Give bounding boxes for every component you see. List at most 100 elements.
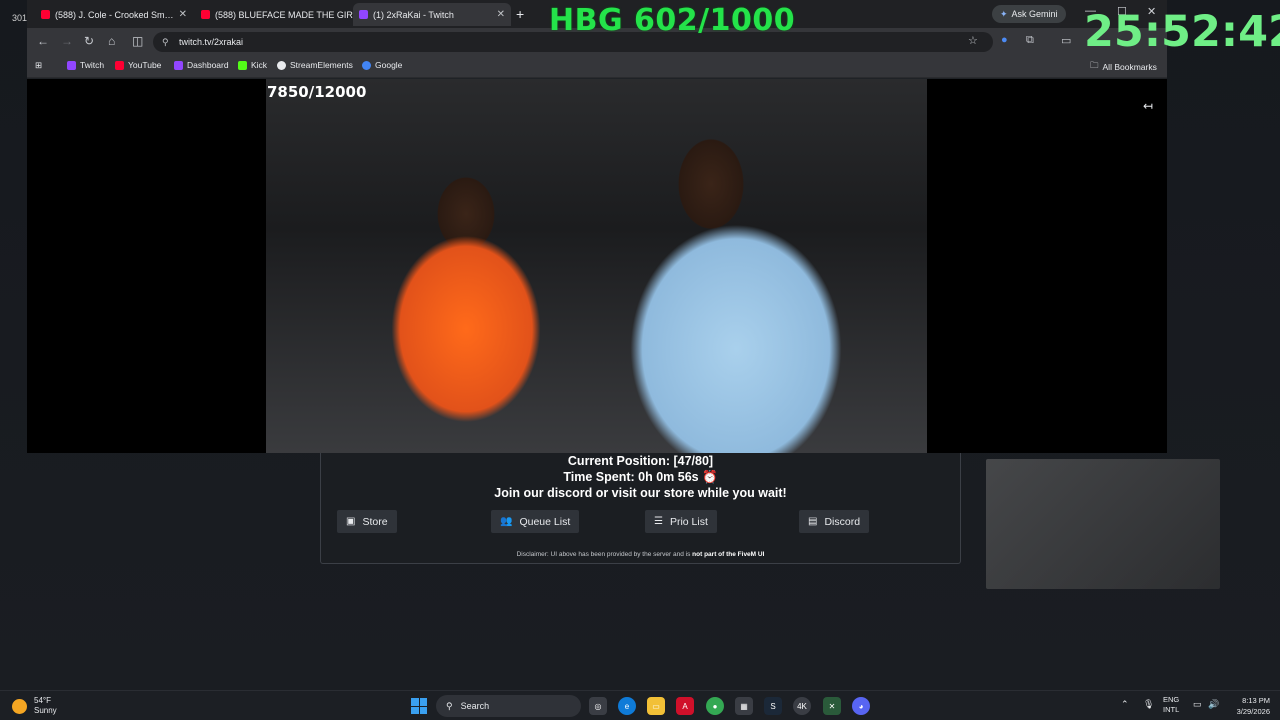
bookmark-star-icon[interactable]: ☆ [968,34,978,47]
bookmark-streamelements[interactable]: StreamElements [277,60,353,70]
extensions-icon[interactable]: ⧉ [1026,34,1034,47]
search-icon: ⚲ [446,700,453,711]
youtube-icon [115,60,124,70]
ask-gemini-button[interactable]: ✦ Ask Gemini [992,5,1066,23]
lang-bottom: INTL [1163,705,1180,714]
tab-label: (588) J. Cole - Crooked Sm… [55,9,174,20]
chrome-icon[interactable]: ● [706,697,724,715]
disclaimer-text: Disclaimer: UI above has been provided b… [516,551,693,558]
bookmark-kick[interactable]: Kick [238,60,267,70]
stream-timer-overlay: 25:52:42 [1084,7,1280,57]
twitch-icon [67,60,76,70]
twitch-icon [174,60,183,70]
queue-time-spent: Time Spent: 0h 0m 56s ⏰ [563,470,718,484]
network-icon[interactable]: ▭ [1193,699,1202,710]
lang-top: ENG [1163,695,1180,704]
prio-list-button[interactable]: ☰ Prio List [645,510,717,533]
hbg-counter-overlay: HBG 602/1000 [549,3,796,38]
queue-list-label: Queue List [519,515,571,528]
app-a-icon[interactable]: A [676,697,694,715]
back-icon[interactable]: ← [37,34,49,48]
folder-icon: 🗀 [1090,60,1099,70]
ask-gemini-label: Ask Gemini [1011,9,1058,19]
disclaimer: Disclaimer: UI above has been provided b… [321,551,960,558]
all-bookmarks-label: All Bookmarks [1102,62,1157,72]
split-view-icon[interactable]: ◫ [132,34,143,48]
tab-twitch-2xrakai[interactable]: (1) 2xRaKai - Twitch ✕ [353,3,511,26]
reload-icon[interactable]: ↻ [84,34,94,48]
tab-label: (1) 2xRaKai - Twitch [373,9,454,20]
bookmark-label: Dashboard [187,60,229,70]
youtube-icon [41,10,50,19]
tab-youtube-blueface[interactable]: (588) BLUEFACE MADE THE GIR… ✕ [195,3,353,26]
disclaimer-bold: not part of the FiveM UI [692,551,765,558]
discord-button[interactable]: ▤ Discord [799,510,870,533]
store-button[interactable]: ▣ Store [337,510,397,533]
sub-goal-counter: 7850/12000 [267,83,367,101]
bookmark-label: YouTube [128,60,162,70]
url-text: twitch.tv/2xrakai [179,37,244,47]
youtube-icon [201,10,210,19]
start-button[interactable] [411,698,427,714]
language-indicator[interactable]: ENG INTL [1163,695,1179,715]
file-explorer-icon[interactable]: ▭ [647,697,665,715]
bookmark-label: StreamElements [290,60,353,70]
queue-list-button[interactable]: 👥 Queue List [491,510,580,533]
clock-date: 3/29/2026 [1236,707,1270,716]
bookmarks-bar: ⊞ Twitch YouTube Dashboard Kick StreamEl… [27,55,1167,78]
discord-taskbar-icon[interactable]: ◕ [852,697,870,715]
4k-app-icon[interactable]: 4K [793,697,811,715]
site-info-icon[interactable]: ⚲ [162,37,169,48]
discord-icon: ▤ [808,516,818,527]
app-grid-icon[interactable]: ▦ [735,697,753,715]
terminal-icon[interactable]: ✕ [823,697,841,715]
tray-chevron-icon[interactable]: ⌃ [1121,699,1129,710]
all-bookmarks-button[interactable]: 🗀 All Bookmarks [1090,60,1157,74]
tab-label: (588) BLUEFACE MADE THE GIR… [215,9,353,20]
close-icon[interactable]: ✕ [497,9,505,20]
extension-shield-icon[interactable]: ● [1001,34,1008,46]
bookmark-google[interactable]: Google [362,60,402,70]
discord-label: Discord [824,515,861,528]
kick-icon [238,60,247,70]
copilot-icon[interactable]: ◎ [589,697,607,715]
bookmark-label: Twitch [80,60,105,70]
google-icon [362,60,371,70]
users-icon: 👥 [500,516,513,527]
weather-widget[interactable]: 54°F Sunny [12,696,57,716]
sidepanel-icon[interactable]: ▭ [1061,34,1071,47]
edge-icon[interactable]: e [618,697,636,715]
corner-number: 301 [12,13,28,23]
bookmark-youtube[interactable]: YouTube [115,60,161,70]
taskbar: 54°F Sunny ⚲ Search ◎ e ▭ A ● ▦ S 4K ✕ ◕… [0,690,1280,720]
collapse-chat-icon[interactable]: ↤ [1143,99,1153,113]
home-icon[interactable]: ⌂ [108,34,115,48]
close-icon[interactable]: ✕ [179,9,187,20]
video-player[interactable]: 7850/12000 ↤ [27,79,1167,453]
steam-icon[interactable]: S [764,697,782,715]
store-icon: ▣ [346,516,356,527]
weather-temp: 54°F [34,696,51,705]
bookmark-dashboard[interactable]: Dashboard [174,60,229,70]
system-clock[interactable]: 8:13 PM 3/29/2026 [1222,695,1270,717]
bookmark-twitch[interactable]: Twitch [67,60,104,70]
prio-list-label: Prio List [669,515,708,528]
new-tab-button[interactable]: + [516,6,524,22]
bookmark-label: Kick [251,60,268,70]
tab-youtube-jcole[interactable]: (588) J. Cole - Crooked Sm… ✕ [35,3,193,26]
apps-icon[interactable]: ⊞ [35,60,42,71]
forward-icon[interactable]: → [61,34,73,48]
clock-time: 8:13 PM [1242,696,1270,705]
store-label: Store [362,515,388,528]
microphone-icon[interactable]: 🎙 [1143,699,1154,710]
queue-join-message: Join our discord or visit our store whil… [494,486,787,500]
gemini-icon: ✦ [1000,8,1008,19]
queue-button-row: ▣ Store 👥 Queue List ☰ Prio List ▤ Disco… [321,510,960,534]
taskbar-search[interactable]: ⚲ Search [436,695,581,717]
search-label: Search [460,701,490,711]
weather-desc: Sunny [34,706,57,715]
streamelements-icon [277,60,286,70]
browser-window: (588) J. Cole - Crooked Sm… ✕ (588) BLUE… [27,0,1167,453]
stream-video[interactable] [266,79,927,453]
volume-icon[interactable]: 🔊 [1208,699,1219,710]
